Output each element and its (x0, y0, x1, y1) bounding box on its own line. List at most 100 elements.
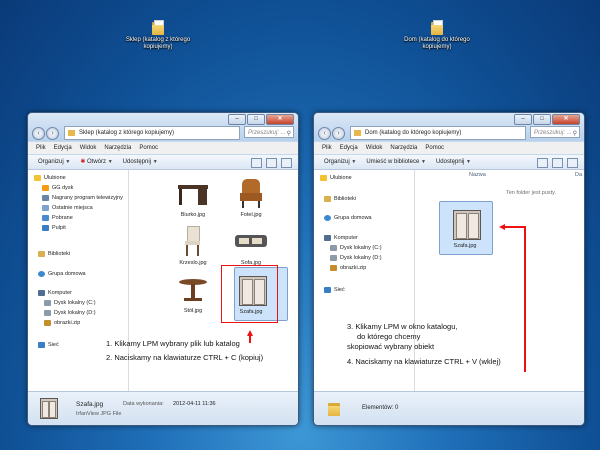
gg-icon (42, 185, 49, 191)
menu-pomoc[interactable]: Pomoc (139, 142, 158, 154)
star-icon (320, 175, 327, 181)
column-header-name[interactable]: Nazwa (469, 172, 486, 178)
computer-icon (38, 290, 45, 296)
nav-gg-dysk[interactable]: GG dysk (42, 185, 73, 191)
maximize-button[interactable]: □ (533, 114, 551, 125)
desk-image (176, 177, 210, 209)
minimize-button[interactable]: – (514, 114, 532, 125)
back-button[interactable]: ‹ (318, 127, 331, 140)
red-arrow-shaft-horizontal (505, 226, 525, 228)
table-image (176, 273, 210, 305)
menu-plik[interactable]: Plik (322, 142, 332, 154)
drive-icon (44, 310, 51, 316)
instruction-3-line-2: do którego chcemy (357, 332, 421, 341)
desktop-folder-dom[interactable]: Dom (katalog do którego kopiujemy) (402, 20, 472, 51)
nav-homegroup[interactable]: Grupa domowa (38, 271, 86, 277)
include-in-library-button[interactable]: Umieść w bibliotece ▼ (366, 155, 426, 169)
recent-icon (42, 205, 49, 211)
nav-drive-d[interactable]: Dysk lokalny (D:) (44, 310, 96, 316)
folder-icon (354, 130, 361, 136)
file-sofa[interactable]: Sofa.jpg (226, 225, 276, 266)
instruction-3: 3. Klikamy LPM w okno katalogu, (347, 322, 458, 331)
nav-downloads[interactable]: Pobrane (42, 215, 73, 221)
zip-icon (330, 265, 337, 271)
minimize-button[interactable]: – (228, 114, 246, 125)
desktop-folder-sklep[interactable]: Sklep (katalog z którego kopiujemy) (123, 20, 193, 51)
organize-button[interactable]: Organizuj ▼ (324, 155, 356, 169)
title-bar: – □ ✕ ‹ › Dom (katalog do którego kopiuj… (314, 113, 584, 141)
nav-favorites[interactable]: Ulubione (320, 175, 352, 181)
nav-network[interactable]: Sieć (38, 342, 59, 348)
folder-icon (152, 20, 164, 35)
preview-pane-icon[interactable] (552, 158, 563, 168)
help-icon[interactable] (281, 158, 292, 168)
file-fotel[interactable]: Fotel.jpg (226, 177, 276, 218)
nav-network[interactable]: Sieć (324, 287, 345, 293)
desktop-folder-label: Dom (katalog do którego kopiujemy) (404, 37, 470, 50)
nav-drive-c[interactable]: Dysk lokalny (C:) (44, 300, 96, 306)
views-icon[interactable] (537, 158, 548, 168)
file-krzeslo[interactable]: Krzeslo.jpg (168, 225, 218, 266)
nav-zip[interactable]: obrazki.zip (330, 265, 366, 271)
nav-libraries[interactable]: Biblioteki (38, 251, 70, 257)
close-button[interactable]: ✕ (266, 114, 294, 125)
nav-computer[interactable]: Komputer (324, 235, 358, 241)
red-arrow-shaft (249, 335, 251, 343)
views-icon[interactable] (251, 158, 262, 168)
network-icon (38, 342, 45, 348)
nav-favorites[interactable]: Ulubione (34, 175, 66, 181)
nav-recorded-tv[interactable]: Nagrany program telewizyjny (42, 195, 123, 201)
nav-homegroup[interactable]: Grupa domowa (324, 215, 372, 221)
homegroup-icon (38, 271, 45, 277)
nav-drive-d[interactable]: Dysk lokalny (D:) (330, 255, 382, 261)
file-szafa-pasted[interactable]: Szafa.jpg (439, 201, 493, 255)
menu-plik[interactable]: Plik (36, 142, 46, 154)
forward-button[interactable]: › (332, 127, 345, 140)
menu-pomoc[interactable]: Pomoc (425, 142, 444, 154)
status-date-label: Data wykonania: (123, 401, 164, 407)
menu-narzedzia[interactable]: Narzędzia (390, 142, 417, 154)
desktop-folder-label: Sklep (katalog z którego kopiujemy) (125, 37, 191, 50)
tv-icon (42, 195, 49, 201)
star-icon (34, 175, 41, 181)
file-stol[interactable]: Stół.jpg (168, 273, 218, 314)
file-biurko[interactable]: Biurko.jpg (168, 177, 218, 218)
share-button[interactable]: Udostępnij ▼ (123, 155, 158, 169)
menu-widok[interactable]: Widok (80, 142, 97, 154)
nav-drive-c[interactable]: Dysk lokalny (C:) (330, 245, 382, 251)
menu-widok[interactable]: Widok (366, 142, 383, 154)
explorer-window-destination: – □ ✕ ‹ › Dom (katalog do którego kopiuj… (313, 112, 585, 426)
preview-pane-icon[interactable] (266, 158, 277, 168)
close-button[interactable]: ✕ (552, 114, 580, 125)
column-header-date[interactable]: Da (575, 172, 582, 178)
forward-button[interactable]: › (46, 127, 59, 140)
nav-computer[interactable]: Komputer (38, 290, 72, 296)
empty-folder-text: Ten folder jest pusty. (506, 190, 557, 196)
computer-icon (324, 235, 331, 241)
share-button[interactable]: Udostępnij ▼ (436, 155, 471, 169)
address-bar[interactable]: Dom (katalog do którego kopiujemy) (350, 126, 526, 140)
organize-button[interactable]: Organizuj ▼ (38, 155, 70, 169)
drive-icon (330, 245, 337, 251)
sofa-image (234, 225, 268, 257)
nav-libraries[interactable]: Biblioteki (324, 196, 356, 202)
folder-icon (431, 20, 443, 35)
open-button[interactable]: ✱ Otwórz ▼ (80, 155, 112, 169)
search-input[interactable]: Przeszukuj: ... ⚲ (530, 126, 580, 138)
nav-zip[interactable]: obrazki.zip (44, 320, 80, 326)
help-icon[interactable] (567, 158, 578, 168)
nav-desktop[interactable]: Pulpit (42, 225, 66, 231)
menu-narzedzia[interactable]: Narzędzia (104, 142, 131, 154)
back-button[interactable]: ‹ (32, 127, 45, 140)
drive-icon (330, 255, 337, 261)
search-icon: ⚲ (572, 131, 577, 137)
menu-edycja[interactable]: Edycja (340, 142, 358, 154)
address-bar[interactable]: Sklep (katalog z którego kopiujemy) (64, 126, 240, 140)
menu-edycja[interactable]: Edycja (54, 142, 72, 154)
homegroup-icon (324, 215, 331, 221)
maximize-button[interactable]: □ (247, 114, 265, 125)
nav-recent-places[interactable]: Ostatnie miejsca (42, 205, 93, 211)
wardrobe-image (448, 208, 482, 240)
search-input[interactable]: Przeszukuj: ... ⚲ (244, 126, 294, 138)
instruction-4: 4. Naciskamy na klawiaturze CTRL + V (wk… (347, 357, 501, 366)
